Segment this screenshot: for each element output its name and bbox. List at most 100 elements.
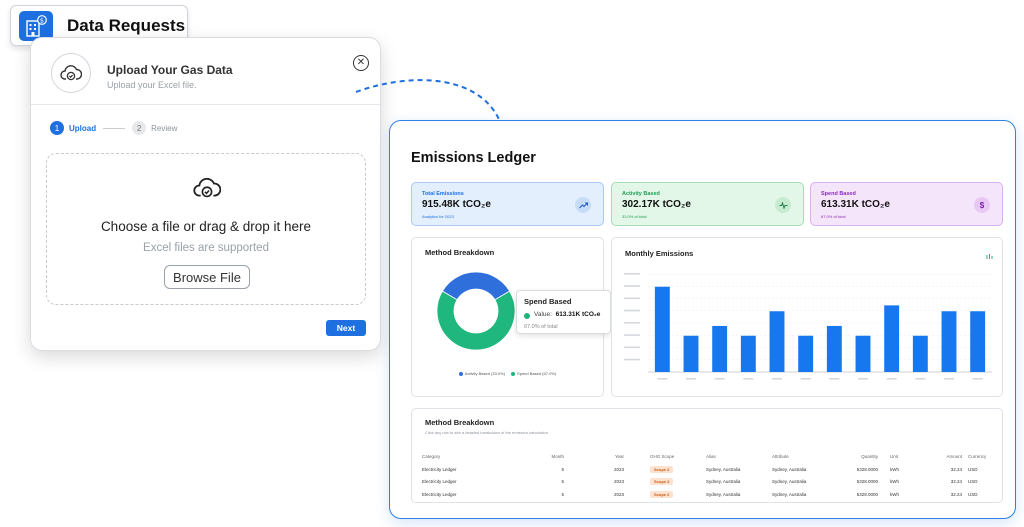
kpi-label: Total Emissions — [422, 191, 464, 197]
chart-menu-icon[interactable] — [986, 247, 993, 265]
col-header[interactable]: Quantity — [832, 449, 886, 463]
cell-currency: USD — [968, 479, 978, 485]
cell-alias: Sydney, Australia — [706, 479, 741, 485]
table-subtitle: Click any row to see a detailed breakdow… — [425, 430, 548, 435]
kpi-activity-based[interactable]: Activity Based 302.17K tCO₂e 33.0% of to… — [611, 182, 804, 226]
cell-unit: kWh — [890, 466, 899, 472]
cell-unit: kWh — [890, 479, 899, 485]
donut-chart[interactable] — [436, 268, 516, 354]
kpi-note: Analytics for 2023 — [422, 214, 454, 219]
bar-month-3[interactable] — [712, 325, 728, 372]
kpi-value: 613.31K tCO₂e — [821, 199, 890, 210]
legend-label: Activity Based (33.0%) — [464, 371, 506, 376]
bar-month-10[interactable] — [912, 335, 928, 372]
monthly-emissions-title: Monthly Emissions — [625, 249, 694, 258]
cell-amount: 32.24 — [950, 466, 962, 472]
donut-slice-spend-based[interactable] — [436, 290, 516, 351]
cell-month: 5 — [561, 466, 564, 472]
browse-file-button[interactable]: Browse File — [164, 265, 250, 289]
bar-month-12[interactable] — [970, 311, 986, 372]
col-header[interactable]: Category — [422, 449, 522, 463]
cell-quantity: 5328.0000 — [856, 479, 878, 485]
ledger-title: Emissions Ledger — [411, 150, 536, 166]
cell-category: Electricity Ledger — [422, 466, 457, 472]
y-tick-label — [624, 285, 640, 287]
table-row[interactable]: Electricity Ledger 5 2023 Scope 2 Sydney… — [422, 476, 996, 489]
scope-badge: Scope 2 — [650, 465, 674, 473]
bar-month-11[interactable] — [941, 311, 957, 372]
bar-month-4[interactable] — [740, 335, 756, 372]
y-tick-label — [624, 322, 640, 324]
monthly-bar-chart[interactable] — [618, 266, 998, 390]
col-header[interactable]: GHG Scope — [640, 449, 700, 463]
bar-month-8[interactable] — [855, 335, 871, 372]
step-upload-label[interactable]: Upload — [69, 124, 96, 133]
x-tick-label — [714, 378, 725, 380]
step-divider — [103, 127, 126, 129]
cell-amount: 32.24 — [950, 491, 962, 497]
bar-month-7[interactable] — [826, 325, 842, 372]
scope-badge: Scope 2 — [650, 478, 674, 486]
bar-month-5[interactable] — [769, 311, 785, 372]
cell-alias: Sydney, Australia — [706, 491, 741, 497]
building-dollar-icon: $ — [19, 10, 53, 41]
svg-text:$: $ — [40, 16, 44, 24]
cell-scope: Scope 2 — [640, 476, 700, 489]
cell-month: 5 — [561, 491, 564, 497]
step-1-number[interactable]: 1 — [50, 121, 64, 135]
col-header[interactable]: Currency — [968, 449, 996, 463]
file-dropzone[interactable]: Choose a file or drag & drop it here Exc… — [46, 153, 366, 305]
bar-month-9[interactable] — [884, 305, 900, 372]
col-header[interactable]: Month — [522, 449, 580, 463]
y-tick-label — [624, 358, 640, 361]
col-header[interactable]: Year — [580, 449, 640, 463]
close-icon[interactable]: ✕ — [353, 55, 369, 71]
upload-title: Upload Your Gas Data — [107, 63, 233, 77]
col-header[interactable]: Alias — [700, 449, 766, 463]
cell-year: 2023 — [613, 491, 624, 497]
cell-amount: 32.24 — [950, 479, 962, 485]
donut-legend: Activity Based (33.0%) Spend Based (67.0… — [412, 371, 603, 376]
cell-category: Electricity Ledger — [422, 491, 457, 497]
tooltip-value-line: Value: 613.31K tCO₂e — [534, 311, 600, 318]
legend-item-spend[interactable]: Spend Based (67.0%) — [511, 371, 556, 376]
kpi-label: Spend Based — [821, 191, 856, 197]
bar-month-6[interactable] — [798, 335, 814, 372]
bar-month-2[interactable] — [683, 335, 699, 372]
method-breakdown-title: Method Breakdown — [425, 248, 495, 257]
scope-badge: Scope 2 — [650, 490, 674, 498]
table-row[interactable]: Electricity Ledger 5 2023 Scope 2 Sydney… — [422, 463, 996, 476]
upload-subtitle: Upload your Excel file. — [107, 80, 197, 90]
ledger-table: Category Month Year GHG Scope Alias Attr… — [422, 449, 996, 501]
x-tick-label — [858, 378, 868, 380]
col-header[interactable]: Attribute — [766, 449, 832, 463]
dropzone-title: Choose a file or drag & drop it here — [100, 219, 312, 234]
col-header[interactable]: Amount — [924, 449, 968, 463]
cell-quantity: 5328.0000 — [856, 466, 878, 472]
step-2-number[interactable]: 2 — [132, 121, 147, 135]
dropzone-subtitle: Excel files are supported — [143, 242, 269, 254]
kpi-total-emissions[interactable]: Total Emissions 915.48K tCO₂e Analytics … — [411, 182, 604, 226]
monthly-emissions-card: Monthly Emissions — [611, 237, 1003, 397]
table-row[interactable]: Electricity Ledger 5 2023 Scope 2 Sydney… — [422, 488, 996, 501]
cell-alias: Sydney, Australia — [706, 466, 741, 472]
legend-item-activity[interactable]: Activity Based (33.0%) — [458, 371, 506, 376]
x-tick-label — [686, 378, 696, 380]
cell-attribute: Sydney, Australia — [772, 479, 807, 485]
cell-attribute: Sydney, Australia — [772, 466, 807, 472]
x-tick-label — [743, 378, 754, 380]
chart-tooltip: Spend Based Value: 613.31K tCO₂e 67.0% o… — [516, 290, 611, 334]
bar-month-1[interactable] — [654, 286, 670, 372]
tooltip-percent: 67.0% of total — [524, 324, 558, 330]
kpi-note: 67.0% of total — [821, 214, 846, 219]
step-review-label[interactable]: Review — [151, 124, 177, 133]
donut-slice-activity-based[interactable] — [441, 271, 511, 301]
next-button[interactable]: Next — [326, 320, 366, 336]
x-tick-label — [829, 378, 840, 380]
cell-attribute: Sydney, Australia — [772, 491, 807, 497]
col-header[interactable]: Unit — [886, 449, 924, 463]
cloud-upload-icon — [193, 176, 222, 205]
y-tick-label — [624, 297, 640, 300]
kpi-label: Activity Based — [622, 191, 660, 197]
kpi-spend-based[interactable]: Spend Based 613.31K tCO₂e 67.0% of total… — [810, 182, 1003, 226]
